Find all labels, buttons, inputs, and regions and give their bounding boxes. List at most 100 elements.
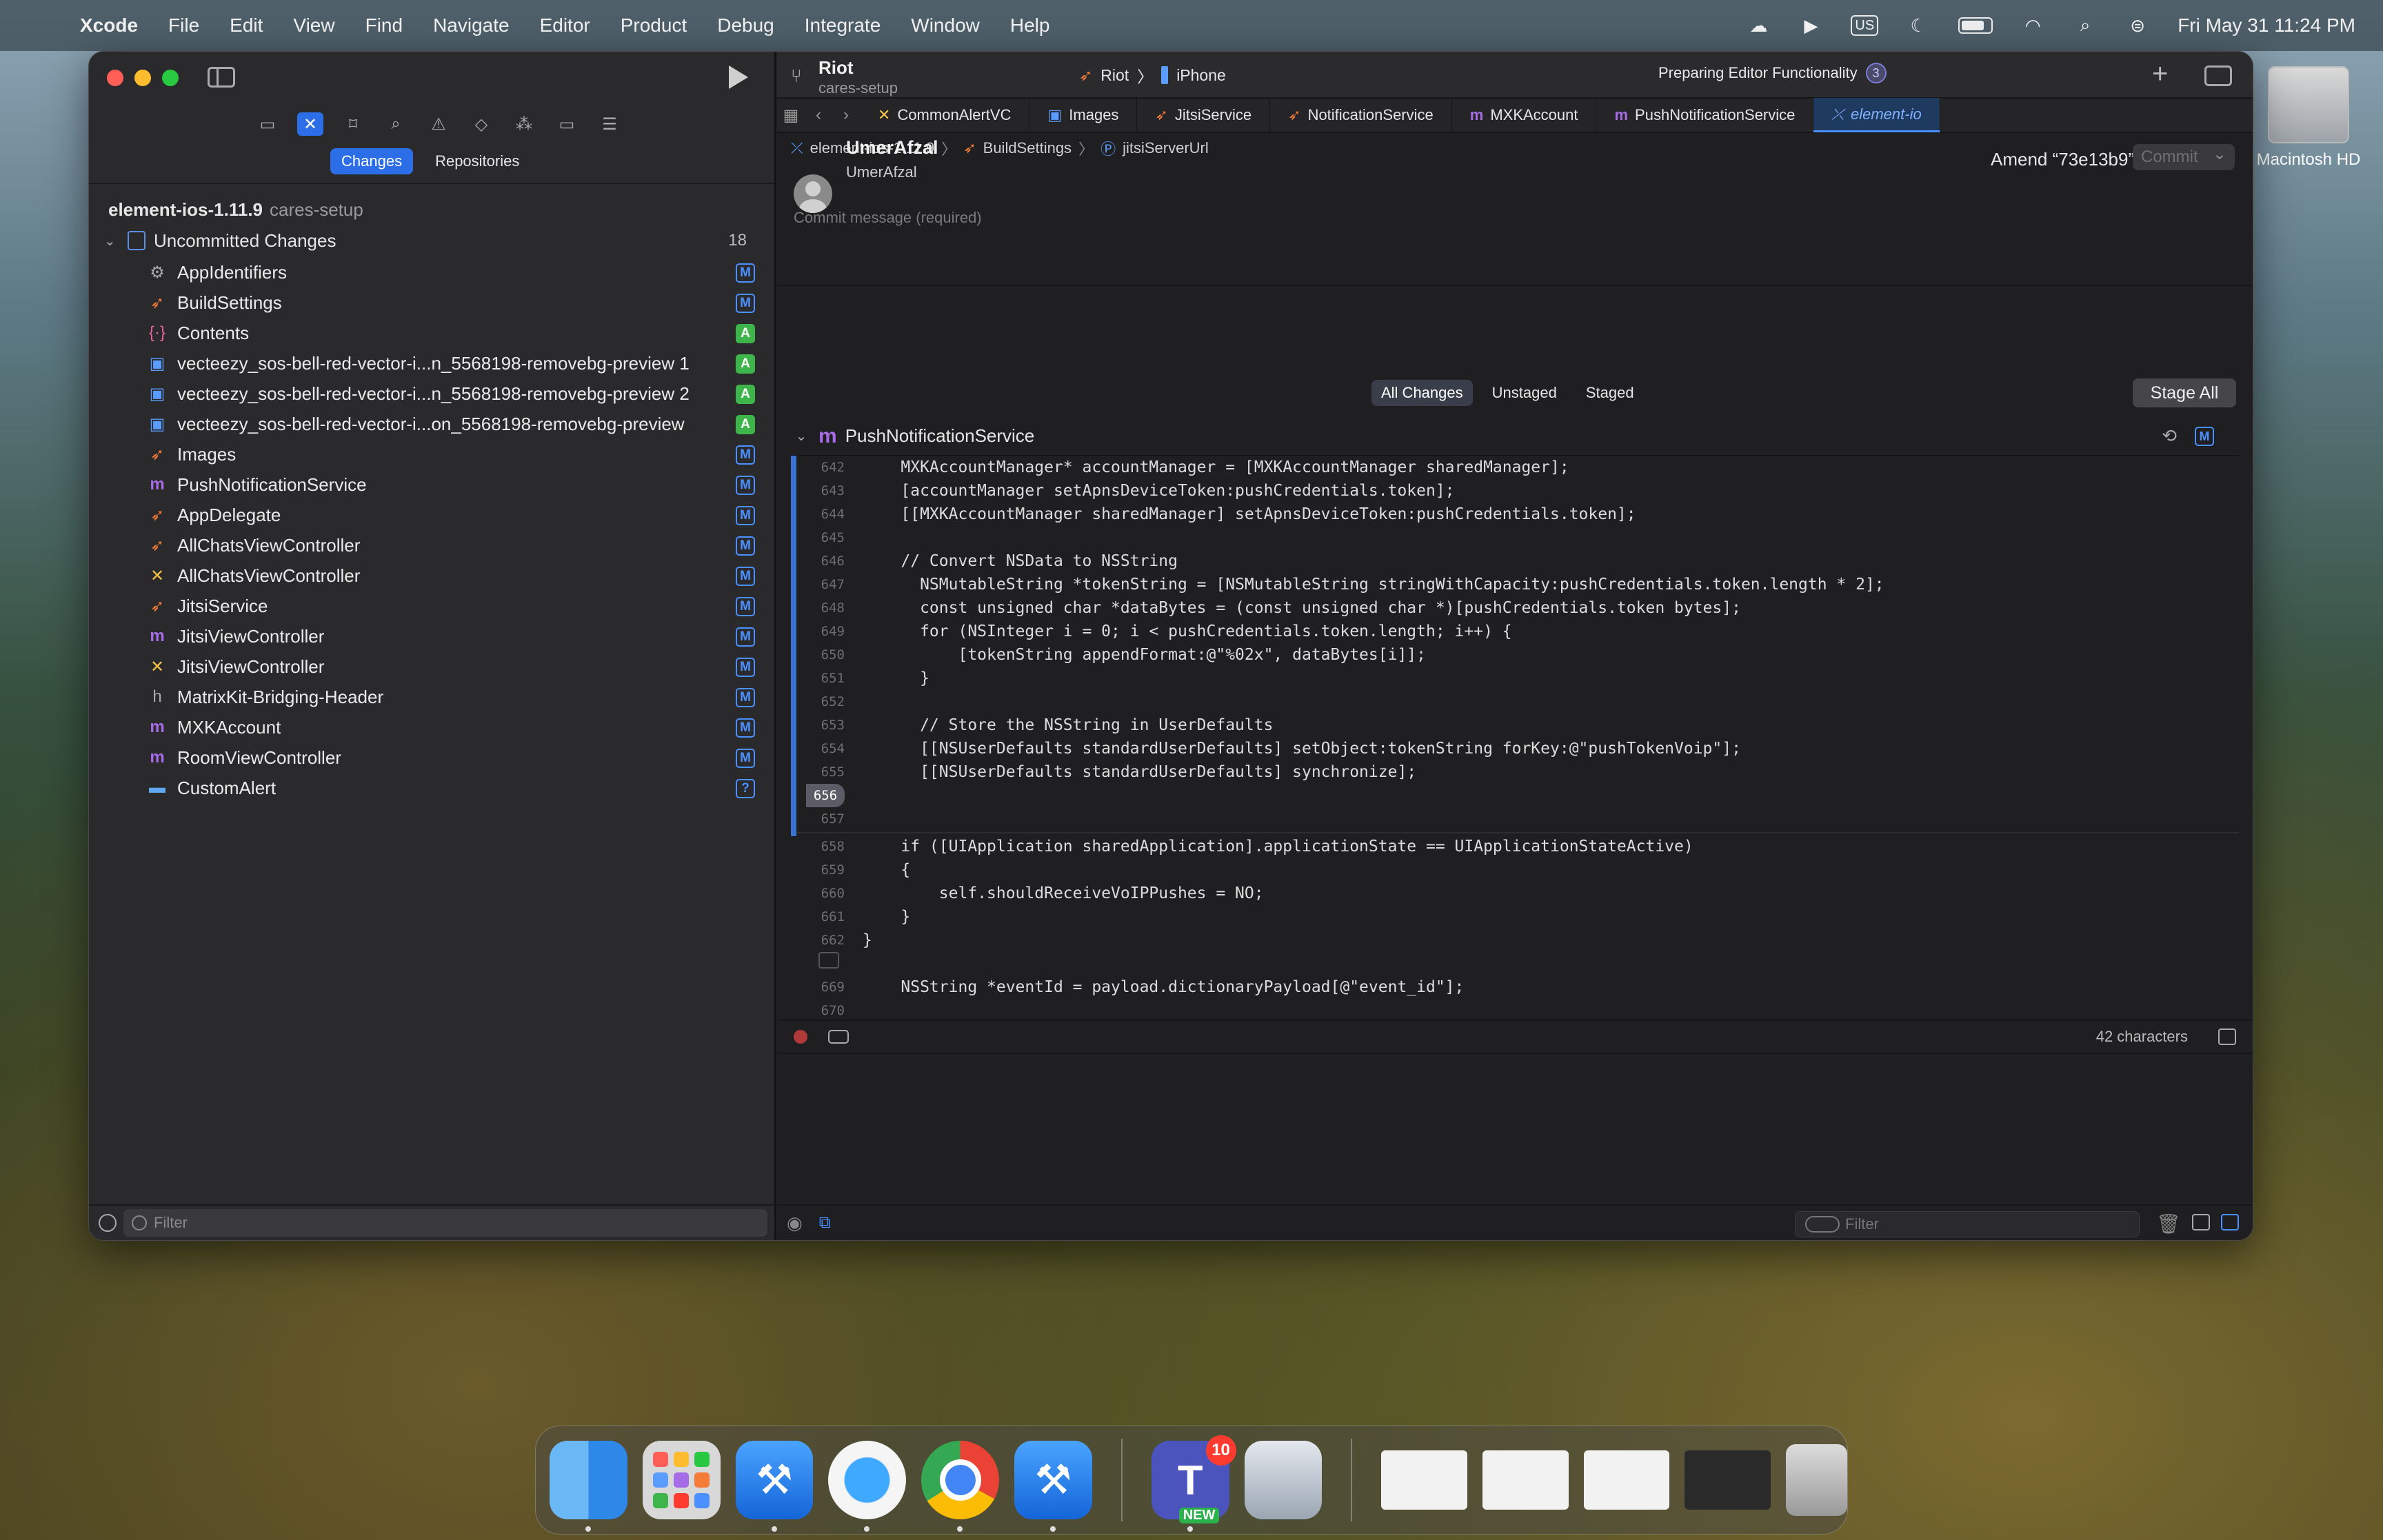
project-title[interactable]: Riot [818,57,854,79]
filter-staged[interactable]: Staged [1576,380,1644,406]
issue-navigator-warning-icon[interactable]: ⚠ [425,112,452,136]
focus-moon-icon[interactable]: ☾ [1906,15,1931,36]
tab-repositories[interactable]: Repositories [424,148,530,174]
list-item[interactable]: ➶ AppDelegate M [89,500,776,530]
menu-integrate[interactable]: Integrate [805,14,881,37]
uncommitted-changes-group[interactable]: ⌄ Uncommitted Changes 18 [104,227,761,254]
list-item[interactable]: ➶ Images M [89,439,776,469]
collapsed-lines-icon[interactable] [818,952,839,969]
zoom-window-button[interactable] [162,70,179,86]
filter-unstaged[interactable]: Unstaged [1482,380,1567,406]
tab-notificationservice[interactable]: ➶ NotificationService [1270,98,1452,132]
breadcrumb-item[interactable]: jitsiServerUrl [1123,139,1209,157]
related-items-grid-icon[interactable]: ▦ [777,105,805,125]
close-window-button[interactable] [107,70,123,86]
sidebar-filter-input[interactable]: Filter [123,1209,767,1237]
debug-area-toggle-icon[interactable] [2218,1029,2236,1045]
list-item[interactable]: ✕ AllChatsViewController M [89,560,776,591]
debug-navigator-icon[interactable]: ⁂ [511,112,537,136]
list-item[interactable]: ▣ vecteezy_sos-bell-red-vector-i...on_556… [89,409,776,439]
menu-find[interactable]: Find [365,14,403,37]
dock-xcode-icon[interactable]: ⚒ [735,1441,814,1532]
menu-app-name[interactable]: Xcode [80,14,138,37]
minimized-window-thumbnail[interactable] [1381,1450,1468,1510]
back-chevron-icon[interactable]: ‹ [805,105,832,125]
eye-icon[interactable]: ◉ [787,1213,803,1234]
project-branch[interactable]: cares-setup [818,79,898,97]
chevron-down-icon[interactable]: ⌄ [791,427,812,445]
dock-finder-icon[interactable] [550,1441,627,1532]
diff-code-view[interactable]: 642 MXKAccountManager* accountManager = … [791,456,2239,1020]
minimized-window-thumbnail[interactable] [1583,1450,1670,1510]
list-item[interactable]: m RoomViewController M [89,742,776,773]
media-play-icon[interactable]: ▶ [1798,15,1823,36]
stage-all-button[interactable]: Stage All [2133,378,2236,407]
list-item[interactable]: h MatrixKit-Bridging-Header M [89,682,776,712]
menu-editor[interactable]: Editor [540,14,590,37]
control-center-icon[interactable]: ⊜ [2125,15,2150,36]
list-item[interactable]: ▣ vecteezy_sos-bell-red-vector-i...n_5568… [89,348,776,378]
filter-variables-icon[interactable]: ⧉ [819,1213,831,1233]
tab-pushnotificationservice[interactable]: m PushNotificationService [1596,98,1814,132]
tab-element-ios[interactable]: ⤫ element-io [1813,98,1940,132]
tab-commonalertvc[interactable]: ✕ CommonAlertVC [860,98,1030,132]
scheme-selector[interactable]: ➶ Riot 〉 iPhone [1079,61,1226,89]
list-item[interactable]: ▬ CustomAlert? [89,773,776,803]
list-item[interactable]: m PushNotificationService M [89,469,776,500]
list-item[interactable]: m JitsiViewController M [89,621,776,651]
sidebar-toggle-icon[interactable] [208,67,235,88]
tab-images[interactable]: ▣ Images [1029,98,1138,132]
activity-status[interactable]: Preparing Editor Functionality 3 [1658,63,1887,83]
battery-icon[interactable] [1958,17,1993,34]
right-panel-toggle-icon[interactable] [2221,1214,2239,1230]
add-library-plus-icon[interactable]: + [2152,59,2168,90]
commit-button[interactable]: Commit [2133,141,2235,170]
dock-safari-icon[interactable] [828,1441,907,1532]
menu-product[interactable]: Product [621,14,687,37]
minimized-window-thumbnail[interactable] [1685,1450,1771,1510]
minimized-window-thumbnail[interactable] [1482,1450,1569,1510]
dock-xcode-beta-icon[interactable]: ⚒ [1014,1441,1092,1532]
menu-help[interactable]: Help [1010,14,1050,37]
menu-navigate[interactable]: Navigate [433,14,510,37]
commit-message-input[interactable]: Commit message (required) [794,209,982,227]
minimap-toggle-icon[interactable] [828,1030,849,1044]
discard-changes-icon[interactable]: ⟲ [2162,425,2177,447]
breakpoint-navigator-icon[interactable]: ▭ [554,112,580,136]
breadcrumb-item[interactable]: BuildSettings [983,139,1072,157]
list-item[interactable]: {·} Contents A [89,318,776,348]
breakpoint-indicator-icon[interactable] [794,1030,807,1044]
dock-teams-icon[interactable]: T 10 NEW [1151,1435,1236,1532]
list-item[interactable]: m MXKAccount M [89,712,776,742]
tab-changes[interactable]: Changes [330,148,414,174]
menu-view[interactable]: View [293,14,334,37]
forward-chevron-icon[interactable]: › [832,105,860,125]
menu-window[interactable]: Window [911,14,980,37]
dock-chrome-icon[interactable] [921,1441,999,1532]
cloud-status-icon[interactable]: ☁ [1746,15,1771,36]
wifi-icon[interactable]: ◠ [2020,15,2045,36]
test-navigator-diamond-icon[interactable]: ◇ [468,112,494,136]
chevron-down-icon[interactable]: ⌄ [104,232,122,250]
report-navigator-icon[interactable]: ☰ [596,112,623,136]
list-item[interactable]: ➶ AllChatsViewController M [89,530,776,560]
project-navigator-folder-icon[interactable]: ▭ [254,112,281,136]
menubar-clock[interactable]: Fri May 31 11:24 PM [2178,14,2355,37]
tab-jitsiservice[interactable]: ➶ JitsiService [1137,98,1271,132]
bookmark-navigator-icon[interactable]: ⌑ [340,112,366,136]
run-play-icon[interactable] [729,65,748,89]
list-item[interactable]: ➶ JitsiService M [89,591,776,621]
list-item[interactable]: ⚙ AppIdentifiers M [89,257,776,287]
minimize-window-button[interactable] [134,70,151,86]
inspector-toggle-icon[interactable] [2204,65,2232,86]
desktop-disk-icon[interactable]: Macintosh HD [2253,66,2364,170]
left-panel-toggle-icon[interactable] [2192,1214,2210,1230]
find-navigator-search-icon[interactable]: ⌕ [383,112,409,136]
dock-preview-icon[interactable] [1244,1441,1323,1519]
list-item[interactable]: ✕ JitsiViewController M [89,651,776,682]
list-item[interactable]: ➶ BuildSettings M [89,287,776,318]
list-item[interactable]: ▣ vecteezy_sos-bell-red-vector-i...n_5568… [89,378,776,409]
trash-icon[interactable]: 🗑 [2156,1213,2181,1235]
menu-edit[interactable]: Edit [230,14,263,37]
recent-files-icon[interactable] [99,1214,117,1232]
